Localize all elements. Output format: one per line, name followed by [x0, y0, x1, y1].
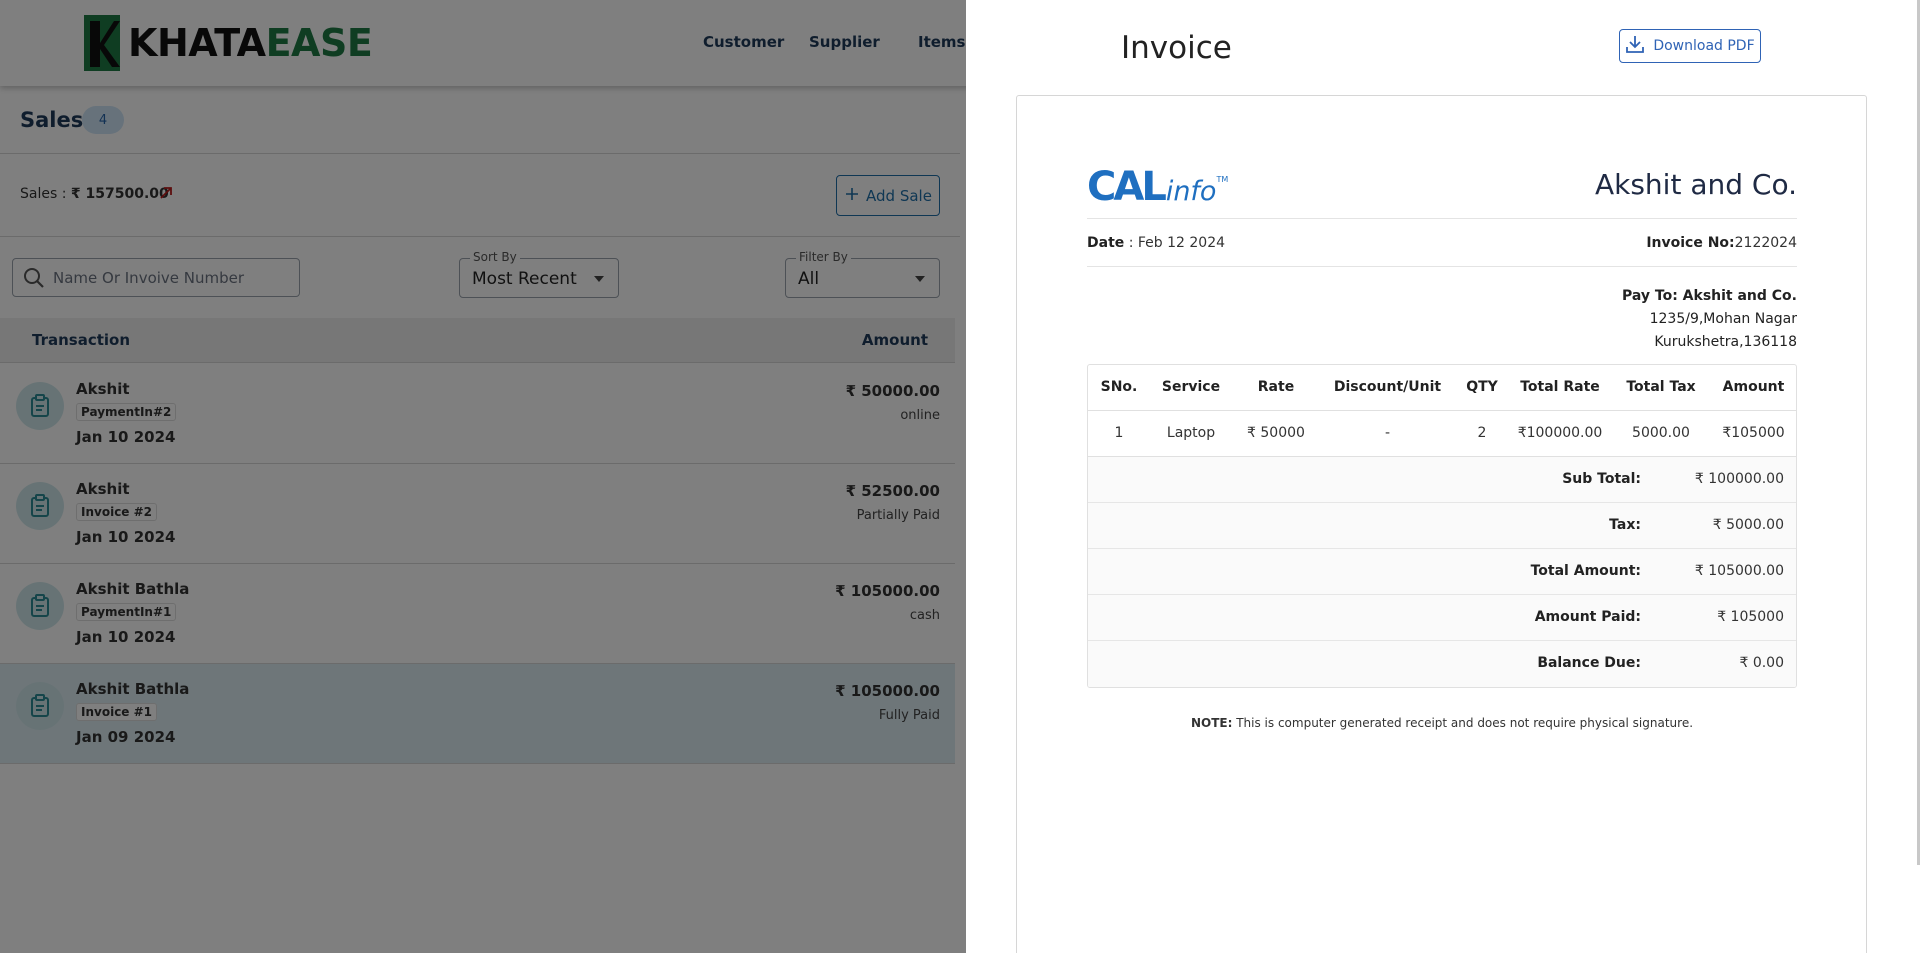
cell-sno: 1	[1088, 410, 1150, 457]
cell-total-tax: 5000.00	[1611, 410, 1711, 457]
amount-paid-value: ₹ 105000	[1717, 608, 1784, 625]
subtotal-label: Sub Total:	[1562, 470, 1641, 487]
divider	[1087, 266, 1797, 267]
invoice-no-label: Invoice No:	[1646, 235, 1735, 251]
note-text: This is computer generated receipt and d…	[1232, 716, 1694, 730]
table-header-row: SNo. Service Rate Discount/Unit QTY Tota…	[1088, 365, 1796, 411]
brand-tm: TM	[1216, 175, 1229, 184]
invoice-paper: CAL info TM Akshit and Co. Date : Feb 12 2…	[1016, 95, 1867, 953]
cell-qty: 2	[1455, 410, 1509, 457]
date-value: : Feb 12 2024	[1124, 235, 1226, 251]
summary-row-paid: Amount Paid: ₹ 105000	[1088, 594, 1796, 641]
subtotal-value: ₹ 100000.00	[1694, 470, 1784, 487]
col-sno: SNo.	[1088, 365, 1150, 411]
col-rate: Rate	[1232, 365, 1320, 411]
brand-cal: CAL	[1087, 164, 1167, 210]
invoice-date: Date : Feb 12 2024	[1087, 235, 1225, 251]
total-amount-label: Total Amount:	[1530, 562, 1641, 579]
date-label: Date	[1087, 235, 1125, 251]
summary-row-tax: Tax: ₹ 5000.00	[1088, 502, 1796, 549]
pay-to-name: Pay To: Akshit and Co.	[1621, 288, 1797, 304]
tax-label: Tax:	[1609, 516, 1641, 533]
divider	[1087, 218, 1797, 219]
balance-due-value: ₹ 0.00	[1739, 654, 1784, 671]
cell-service: Laptop	[1150, 410, 1232, 457]
address-line-2: Kurukshetra,136118	[1654, 334, 1797, 350]
summary-row-subtotal: Sub Total: ₹ 100000.00	[1088, 456, 1796, 503]
brand-info: info	[1165, 176, 1217, 207]
amount-paid-label: Amount Paid:	[1534, 608, 1641, 625]
table-row: 1 Laptop ₹ 50000 - 2 ₹100000.00 5000.00 …	[1088, 410, 1796, 457]
summary-row-balance: Balance Due: ₹ 0.00	[1088, 640, 1796, 687]
summary-row-total: Total Amount: ₹ 105000.00	[1088, 548, 1796, 595]
col-amount: Amount	[1711, 365, 1796, 411]
cell-amount: ₹105000	[1711, 410, 1796, 457]
tax-value: ₹ 5000.00	[1712, 516, 1784, 533]
col-total-rate: Total Rate	[1509, 365, 1611, 411]
download-pdf-button[interactable]: Download PDF	[1619, 29, 1761, 63]
calinfo-logo: CAL info TM	[1087, 164, 1229, 210]
invoice-items-table: SNo. Service Rate Discount/Unit QTY Tota…	[1087, 364, 1797, 688]
pay-to-block: Pay To: Akshit and Co. 1235/9,Mohan Naga…	[1622, 285, 1797, 354]
col-discount: Discount/Unit	[1320, 365, 1455, 411]
address-line-1: 1235/9,Mohan Nagar	[1649, 311, 1797, 327]
download-icon	[1625, 34, 1645, 58]
cell-rate: ₹ 50000	[1232, 410, 1320, 457]
invoice-no-value: 2122024	[1734, 235, 1797, 251]
drawer-title: Invoice	[1121, 30, 1232, 66]
col-service: Service	[1150, 365, 1232, 411]
total-amount-value: ₹ 105000.00	[1694, 562, 1784, 579]
invoice-drawer: Invoice Download PDF CAL info TM Akshit an…	[966, 0, 1920, 953]
invoice-number: Invoice No:2122024	[1646, 235, 1797, 251]
invoice-note: NOTE: This is computer generated receipt…	[1087, 716, 1797, 730]
col-qty: QTY	[1455, 365, 1509, 411]
cell-total-rate: ₹100000.00	[1509, 410, 1611, 457]
balance-due-label: Balance Due:	[1537, 654, 1641, 671]
cell-discount: -	[1320, 410, 1455, 457]
download-pdf-label: Download PDF	[1653, 38, 1755, 54]
col-total-tax: Total Tax	[1611, 365, 1711, 411]
company-name: Akshit and Co.	[1594, 168, 1797, 201]
note-label: NOTE:	[1190, 716, 1233, 730]
